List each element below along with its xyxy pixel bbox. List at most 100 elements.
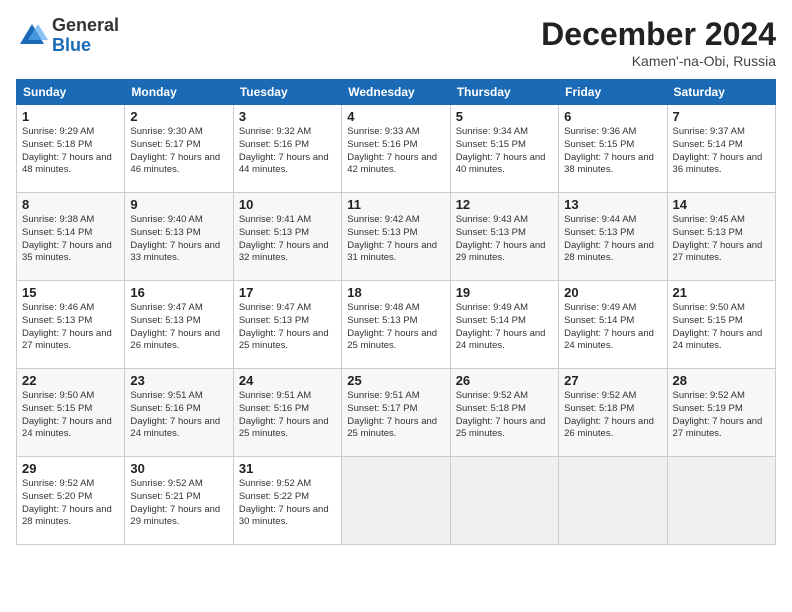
day-number: 3 bbox=[239, 109, 336, 124]
day-info: Sunrise: 9:40 AMSunset: 5:13 PMDaylight:… bbox=[130, 214, 227, 265]
page-header: General Blue December 2024 Kamen'-na-Obi… bbox=[16, 16, 776, 69]
empty-cell bbox=[667, 457, 775, 545]
day-number: 29 bbox=[22, 461, 119, 476]
calendar-week-1: 1 Sunrise: 9:29 AMSunset: 5:18 PMDayligh… bbox=[17, 105, 776, 193]
day-info: Sunrise: 9:33 AMSunset: 5:16 PMDaylight:… bbox=[347, 126, 444, 177]
day-cell-7: 7 Sunrise: 9:37 AMSunset: 5:14 PMDayligh… bbox=[667, 105, 775, 193]
logo-blue: Blue bbox=[52, 36, 119, 56]
day-number: 19 bbox=[456, 285, 553, 300]
col-wednesday: Wednesday bbox=[342, 80, 450, 105]
day-info: Sunrise: 9:52 AMSunset: 5:21 PMDaylight:… bbox=[130, 478, 227, 529]
logo-icon bbox=[16, 20, 48, 52]
location: Kamen'-na-Obi, Russia bbox=[541, 53, 776, 69]
day-number: 1 bbox=[22, 109, 119, 124]
day-cell-28: 28 Sunrise: 9:52 AMSunset: 5:19 PMDaylig… bbox=[667, 369, 775, 457]
day-cell-26: 26 Sunrise: 9:52 AMSunset: 5:18 PMDaylig… bbox=[450, 369, 558, 457]
day-info: Sunrise: 9:51 AMSunset: 5:17 PMDaylight:… bbox=[347, 390, 444, 441]
day-info: Sunrise: 9:48 AMSunset: 5:13 PMDaylight:… bbox=[347, 302, 444, 353]
day-info: Sunrise: 9:47 AMSunset: 5:13 PMDaylight:… bbox=[239, 302, 336, 353]
day-info: Sunrise: 9:52 AMSunset: 5:20 PMDaylight:… bbox=[22, 478, 119, 529]
day-info: Sunrise: 9:52 AMSunset: 5:18 PMDaylight:… bbox=[456, 390, 553, 441]
day-info: Sunrise: 9:51 AMSunset: 5:16 PMDaylight:… bbox=[130, 390, 227, 441]
day-cell-1: 1 Sunrise: 9:29 AMSunset: 5:18 PMDayligh… bbox=[17, 105, 125, 193]
day-info: Sunrise: 9:36 AMSunset: 5:15 PMDaylight:… bbox=[564, 126, 661, 177]
day-number: 16 bbox=[130, 285, 227, 300]
day-info: Sunrise: 9:52 AMSunset: 5:19 PMDaylight:… bbox=[673, 390, 770, 441]
day-info: Sunrise: 9:51 AMSunset: 5:16 PMDaylight:… bbox=[239, 390, 336, 441]
day-cell-19: 19 Sunrise: 9:49 AMSunset: 5:14 PMDaylig… bbox=[450, 281, 558, 369]
day-info: Sunrise: 9:52 AMSunset: 5:18 PMDaylight:… bbox=[564, 390, 661, 441]
day-number: 27 bbox=[564, 373, 661, 388]
logo: General Blue bbox=[16, 16, 119, 56]
day-number: 12 bbox=[456, 197, 553, 212]
day-info: Sunrise: 9:45 AMSunset: 5:13 PMDaylight:… bbox=[673, 214, 770, 265]
day-cell-31: 31 Sunrise: 9:52 AMSunset: 5:22 PMDaylig… bbox=[233, 457, 341, 545]
day-cell-14: 14 Sunrise: 9:45 AMSunset: 5:13 PMDaylig… bbox=[667, 193, 775, 281]
day-cell-10: 10 Sunrise: 9:41 AMSunset: 5:13 PMDaylig… bbox=[233, 193, 341, 281]
calendar-week-3: 15 Sunrise: 9:46 AMSunset: 5:13 PMDaylig… bbox=[17, 281, 776, 369]
col-tuesday: Tuesday bbox=[233, 80, 341, 105]
day-number: 28 bbox=[673, 373, 770, 388]
day-number: 7 bbox=[673, 109, 770, 124]
day-cell-9: 9 Sunrise: 9:40 AMSunset: 5:13 PMDayligh… bbox=[125, 193, 233, 281]
logo-text: General Blue bbox=[52, 16, 119, 56]
col-thursday: Thursday bbox=[450, 80, 558, 105]
empty-cell bbox=[559, 457, 667, 545]
day-number: 15 bbox=[22, 285, 119, 300]
day-cell-12: 12 Sunrise: 9:43 AMSunset: 5:13 PMDaylig… bbox=[450, 193, 558, 281]
day-info: Sunrise: 9:52 AMSunset: 5:22 PMDaylight:… bbox=[239, 478, 336, 529]
logo-general: General bbox=[52, 16, 119, 36]
day-info: Sunrise: 9:44 AMSunset: 5:13 PMDaylight:… bbox=[564, 214, 661, 265]
day-number: 18 bbox=[347, 285, 444, 300]
calendar-week-5: 29 Sunrise: 9:52 AMSunset: 5:20 PMDaylig… bbox=[17, 457, 776, 545]
day-info: Sunrise: 9:42 AMSunset: 5:13 PMDaylight:… bbox=[347, 214, 444, 265]
day-number: 30 bbox=[130, 461, 227, 476]
day-cell-18: 18 Sunrise: 9:48 AMSunset: 5:13 PMDaylig… bbox=[342, 281, 450, 369]
calendar-header-row: Sunday Monday Tuesday Wednesday Thursday… bbox=[17, 80, 776, 105]
day-cell-3: 3 Sunrise: 9:32 AMSunset: 5:16 PMDayligh… bbox=[233, 105, 341, 193]
day-cell-27: 27 Sunrise: 9:52 AMSunset: 5:18 PMDaylig… bbox=[559, 369, 667, 457]
day-cell-23: 23 Sunrise: 9:51 AMSunset: 5:16 PMDaylig… bbox=[125, 369, 233, 457]
day-number: 17 bbox=[239, 285, 336, 300]
day-number: 9 bbox=[130, 197, 227, 212]
day-info: Sunrise: 9:41 AMSunset: 5:13 PMDaylight:… bbox=[239, 214, 336, 265]
day-cell-21: 21 Sunrise: 9:50 AMSunset: 5:15 PMDaylig… bbox=[667, 281, 775, 369]
col-monday: Monday bbox=[125, 80, 233, 105]
day-info: Sunrise: 9:47 AMSunset: 5:13 PMDaylight:… bbox=[130, 302, 227, 353]
day-number: 6 bbox=[564, 109, 661, 124]
day-cell-16: 16 Sunrise: 9:47 AMSunset: 5:13 PMDaylig… bbox=[125, 281, 233, 369]
day-number: 24 bbox=[239, 373, 336, 388]
day-cell-11: 11 Sunrise: 9:42 AMSunset: 5:13 PMDaylig… bbox=[342, 193, 450, 281]
day-info: Sunrise: 9:34 AMSunset: 5:15 PMDaylight:… bbox=[456, 126, 553, 177]
day-cell-8: 8 Sunrise: 9:38 AMSunset: 5:14 PMDayligh… bbox=[17, 193, 125, 281]
col-saturday: Saturday bbox=[667, 80, 775, 105]
day-number: 25 bbox=[347, 373, 444, 388]
day-info: Sunrise: 9:29 AMSunset: 5:18 PMDaylight:… bbox=[22, 126, 119, 177]
day-cell-24: 24 Sunrise: 9:51 AMSunset: 5:16 PMDaylig… bbox=[233, 369, 341, 457]
day-number: 13 bbox=[564, 197, 661, 212]
empty-cell bbox=[342, 457, 450, 545]
day-cell-30: 30 Sunrise: 9:52 AMSunset: 5:21 PMDaylig… bbox=[125, 457, 233, 545]
title-block: December 2024 Kamen'-na-Obi, Russia bbox=[541, 16, 776, 69]
day-info: Sunrise: 9:50 AMSunset: 5:15 PMDaylight:… bbox=[22, 390, 119, 441]
day-info: Sunrise: 9:37 AMSunset: 5:14 PMDaylight:… bbox=[673, 126, 770, 177]
col-friday: Friday bbox=[559, 80, 667, 105]
day-cell-4: 4 Sunrise: 9:33 AMSunset: 5:16 PMDayligh… bbox=[342, 105, 450, 193]
day-cell-22: 22 Sunrise: 9:50 AMSunset: 5:15 PMDaylig… bbox=[17, 369, 125, 457]
day-number: 21 bbox=[673, 285, 770, 300]
day-info: Sunrise: 9:30 AMSunset: 5:17 PMDaylight:… bbox=[130, 126, 227, 177]
day-info: Sunrise: 9:49 AMSunset: 5:14 PMDaylight:… bbox=[564, 302, 661, 353]
day-number: 14 bbox=[673, 197, 770, 212]
calendar-week-4: 22 Sunrise: 9:50 AMSunset: 5:15 PMDaylig… bbox=[17, 369, 776, 457]
day-info: Sunrise: 9:32 AMSunset: 5:16 PMDaylight:… bbox=[239, 126, 336, 177]
day-info: Sunrise: 9:46 AMSunset: 5:13 PMDaylight:… bbox=[22, 302, 119, 353]
calendar-week-2: 8 Sunrise: 9:38 AMSunset: 5:14 PMDayligh… bbox=[17, 193, 776, 281]
day-cell-29: 29 Sunrise: 9:52 AMSunset: 5:20 PMDaylig… bbox=[17, 457, 125, 545]
day-info: Sunrise: 9:43 AMSunset: 5:13 PMDaylight:… bbox=[456, 214, 553, 265]
day-number: 23 bbox=[130, 373, 227, 388]
day-cell-2: 2 Sunrise: 9:30 AMSunset: 5:17 PMDayligh… bbox=[125, 105, 233, 193]
day-info: Sunrise: 9:49 AMSunset: 5:14 PMDaylight:… bbox=[456, 302, 553, 353]
day-cell-25: 25 Sunrise: 9:51 AMSunset: 5:17 PMDaylig… bbox=[342, 369, 450, 457]
day-number: 4 bbox=[347, 109, 444, 124]
day-number: 5 bbox=[456, 109, 553, 124]
